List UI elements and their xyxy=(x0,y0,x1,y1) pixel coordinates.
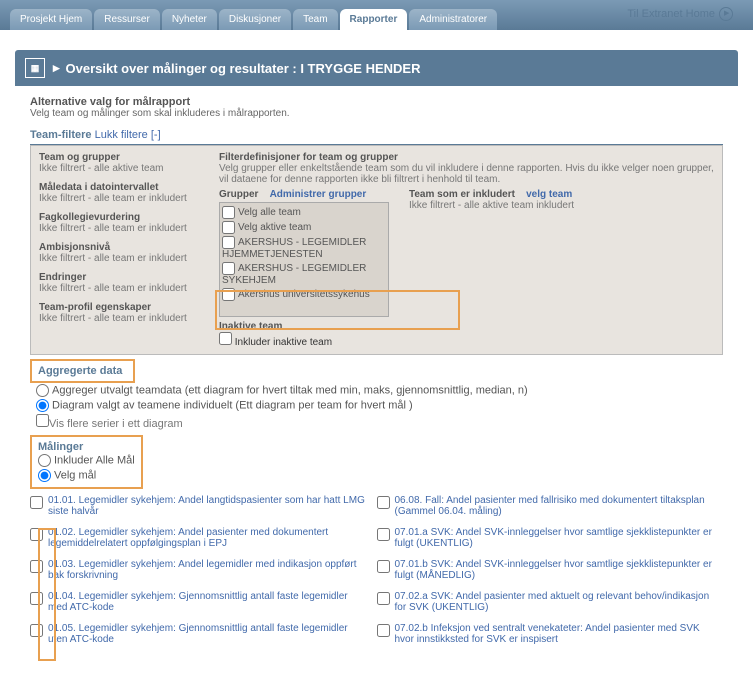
filter-category[interactable]: Måledata i datointervalletIkke filtrert … xyxy=(39,182,203,204)
close-filters-link[interactable]: Lukk filtere [-] xyxy=(95,129,161,141)
grupper-option[interactable]: Velg aktive team xyxy=(222,220,386,235)
mal-item[interactable]: 01.01. Legemidler sykehjem: Andel langti… xyxy=(30,495,367,517)
filter-category[interactable]: Team og grupperIkke filtrert - alle akti… xyxy=(39,152,203,174)
mal-checkbox[interactable] xyxy=(377,560,390,573)
grupper-option[interactable]: AKERSHUS - LEGEMIDLER SYKEHJEM xyxy=(222,261,386,287)
arrow-right-icon xyxy=(719,7,733,21)
nav-tab[interactable]: Administratorer xyxy=(409,9,497,30)
nav-tab[interactable]: Nyheter xyxy=(162,9,217,30)
inactive-team-label: Inaktive team xyxy=(219,321,409,332)
mal-item[interactable]: 01.03. Legemidler sykehjem: Andel legemi… xyxy=(30,559,367,581)
mal-checkbox[interactable] xyxy=(377,528,390,541)
filter-panel: Team og grupperIkke filtrert - alle akti… xyxy=(30,145,723,355)
mal-item[interactable]: 07.02.a SVK: Andel pasienter med aktuelt… xyxy=(377,591,714,613)
nav-tab[interactable]: Ressurser xyxy=(94,9,160,30)
aggregerte-heading: Aggregerte data xyxy=(38,365,127,377)
filter-right-column: Filterdefinisjoner for team og grupper V… xyxy=(211,146,722,354)
mal-opt1-radio[interactable]: Inkluder Alle Mål xyxy=(38,453,135,468)
grupper-option[interactable]: AKERSHUS - LEGEMIDLER HJEMMETJENESTEN xyxy=(222,235,386,261)
nav-tab[interactable]: Rapporter xyxy=(340,9,408,30)
filter-category[interactable]: FagkollegievurderingIkke filtrert - alle… xyxy=(39,212,203,234)
extranet-home-link[interactable]: Til Extranet Home xyxy=(627,7,733,21)
mal-checkbox[interactable] xyxy=(377,592,390,605)
mal-item[interactable]: 07.01.a SVK: Andel SVK-innleggelser hvor… xyxy=(377,527,714,549)
mal-list-left: 01.01. Legemidler sykehjem: Andel langti… xyxy=(30,495,377,655)
mal-checkbox[interactable] xyxy=(30,528,43,541)
mal-checkbox[interactable] xyxy=(30,496,43,509)
mal-item[interactable]: 01.04. Legemidler sykehjem: Gjennomsnitt… xyxy=(30,591,367,613)
mal-checkbox[interactable] xyxy=(377,624,390,637)
include-inactive-checkbox[interactable]: Inkluder inaktive team xyxy=(219,337,332,348)
mal-checkbox[interactable] xyxy=(377,496,390,509)
mal-item[interactable]: 07.02.b Infeksjon ved sentralt venekatet… xyxy=(377,623,714,645)
alt-valg-sub: Velg team og målinger som skal inkludere… xyxy=(30,108,723,119)
grupper-label: Grupper xyxy=(219,189,258,200)
mal-checkbox[interactable] xyxy=(30,592,43,605)
vis-flere-checkbox[interactable]: Vis flere serier i ett diagram xyxy=(36,413,723,431)
filter-def-desc: Velg grupper eller enkeltstående team so… xyxy=(219,163,714,185)
agg-opt2-radio[interactable]: Diagram valgt av teamene individuelt (Et… xyxy=(36,398,723,413)
grupper-option[interactable]: Akershus universitetssykehus xyxy=(222,287,386,302)
mal-item[interactable]: 06.08. Fall: Andel pasienter med fallris… xyxy=(377,495,714,517)
mal-item[interactable]: 01.05. Legemidler sykehjem: Gjennomsnitt… xyxy=(30,623,367,645)
filter-category[interactable]: AmbisjonsnivåIkke filtrert - alle team e… xyxy=(39,242,203,264)
team-filter-label: Team-filtere xyxy=(30,129,92,141)
agg-opt1-radio[interactable]: Aggreger utvalgt teamdata (ett diagram f… xyxy=(36,383,723,398)
filter-category[interactable]: EndringerIkke filtrert - alle team er in… xyxy=(39,272,203,294)
mal-checkbox[interactable] xyxy=(30,624,43,637)
nav-tab[interactable]: Prosjekt Hjem xyxy=(10,9,92,30)
page-header: ▦ ▸ Oversikt over målinger og resultater… xyxy=(15,50,738,86)
team-included-desc: Ikke filtrert - alle aktive team inklude… xyxy=(409,200,714,211)
home-link-label: Til Extranet Home xyxy=(627,8,715,20)
filter-left-column: Team og grupperIkke filtrert - alle akti… xyxy=(31,146,211,354)
expand-icon[interactable]: ▸ xyxy=(53,60,60,76)
nav-bar: Prosjekt HjemRessurserNyheterDiskusjoner… xyxy=(0,0,753,30)
filter-def-title: Filterdefinisjoner for team og grupper xyxy=(219,152,714,163)
team-included-label: Team som er inkludert xyxy=(409,189,515,200)
mal-opt2-radio[interactable]: Velg mål xyxy=(38,468,135,483)
filter-category[interactable]: Team-profil egenskaperIkke filtrert - al… xyxy=(39,302,203,324)
nav-tab[interactable]: Team xyxy=(293,9,337,30)
report-icon: ▦ xyxy=(25,58,45,78)
mal-item[interactable]: 07.01.b SVK: Andel SVK-innleggelser hvor… xyxy=(377,559,714,581)
alt-valg-heading: Alternative valg for målrapport xyxy=(30,96,723,108)
admin-groups-link[interactable]: Administrer grupper xyxy=(270,189,367,200)
mal-item[interactable]: 01.02. Legemidler sykehjem: Andel pasien… xyxy=(30,527,367,549)
page-title: Oversikt over målinger og resultater : I… xyxy=(66,61,421,76)
mal-list-right: 06.08. Fall: Andel pasienter med fallris… xyxy=(377,495,724,655)
mal-checkbox[interactable] xyxy=(30,560,43,573)
grupper-option[interactable]: Velg alle team xyxy=(222,205,386,220)
malinger-heading: Målinger xyxy=(38,441,135,453)
nav-tab[interactable]: Diskusjoner xyxy=(219,9,291,30)
velg-team-link[interactable]: velg team xyxy=(526,189,572,200)
grupper-listbox[interactable]: Velg alle teamVelg aktive teamAKERSHUS -… xyxy=(219,202,389,317)
